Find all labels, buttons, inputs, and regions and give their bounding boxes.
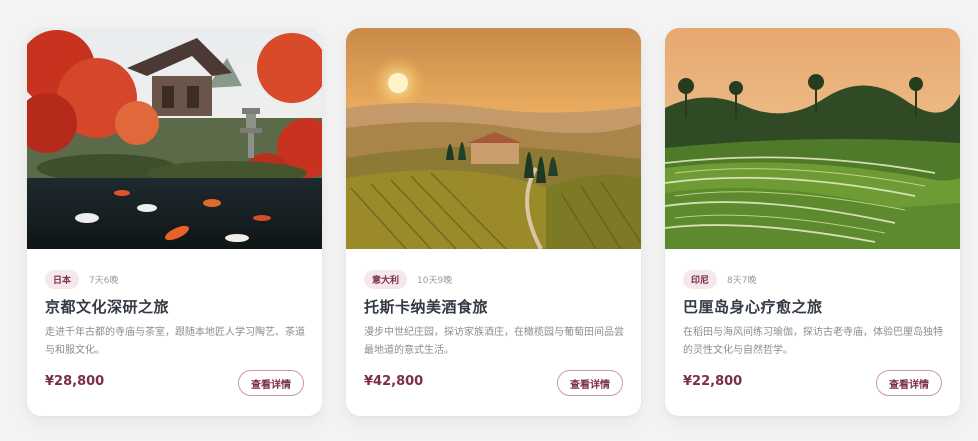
tour-card-bali[interactable]: 印尼 8天7晚 巴厘岛身心疗愈之旅 在稻田与海风间练习瑜伽，探访古老寺庙，体验巴… [665,28,960,416]
tour-duration: 7天6晚 [89,276,119,286]
tour-description: 走进千年古都的寺庙与茶室，跟随本地匠人学习陶艺、茶道与和服文化。 [45,327,305,356]
tour-card-tuscany[interactable]: 意大利 10天9晚 托斯卡纳美酒食旅 漫步中世纪庄园，探访家族酒庄，在橄榄园与葡… [346,28,641,416]
tour-meta: 日本 7天6晚 [45,270,118,289]
tour-title: 巴厘岛身心疗愈之旅 [683,298,823,316]
country-badge: 印尼 [683,270,718,289]
tour-price: ¥22,800 [683,374,743,389]
tour-image-bali [665,28,960,249]
tour-image-tuscany [346,28,641,249]
country-badge: 日本 [45,270,80,289]
country-badge: 意大利 [364,270,408,289]
tour-card-kyoto[interactable]: 日本 7天6晚 京都文化深研之旅 走进千年古都的寺庙与茶室，跟随本地匠人学习陶艺… [27,28,322,416]
tour-meta: 印尼 8天7晚 [683,270,756,289]
tour-meta: 意大利 10天9晚 [364,270,452,289]
tour-price: ¥28,800 [45,374,105,389]
tour-price: ¥42,800 [364,374,424,389]
view-details-button[interactable]: 查看详情 [876,370,942,396]
tour-title: 京都文化深研之旅 [45,298,170,316]
tour-image-kyoto [27,28,322,249]
view-details-button[interactable]: 查看详情 [238,370,304,396]
tour-duration: 10天9晚 [417,276,453,286]
tour-description: 漫步中世纪庄园，探访家族酒庄，在橄榄园与葡萄田间品尝最地道的意式生活。 [364,327,624,356]
tour-title: 托斯卡纳美酒食旅 [364,298,489,316]
tour-duration: 8天7晚 [727,276,757,286]
tour-description: 在稻田与海风间练习瑜伽，探访古老寺庙，体验巴厘岛独特的灵性文化与自然哲学。 [683,327,943,356]
tour-card-grid: 日本 7天6晚 京都文化深研之旅 走进千年古都的寺庙与茶室，跟随本地匠人学习陶艺… [0,0,978,441]
view-details-button[interactable]: 查看详情 [557,370,623,396]
